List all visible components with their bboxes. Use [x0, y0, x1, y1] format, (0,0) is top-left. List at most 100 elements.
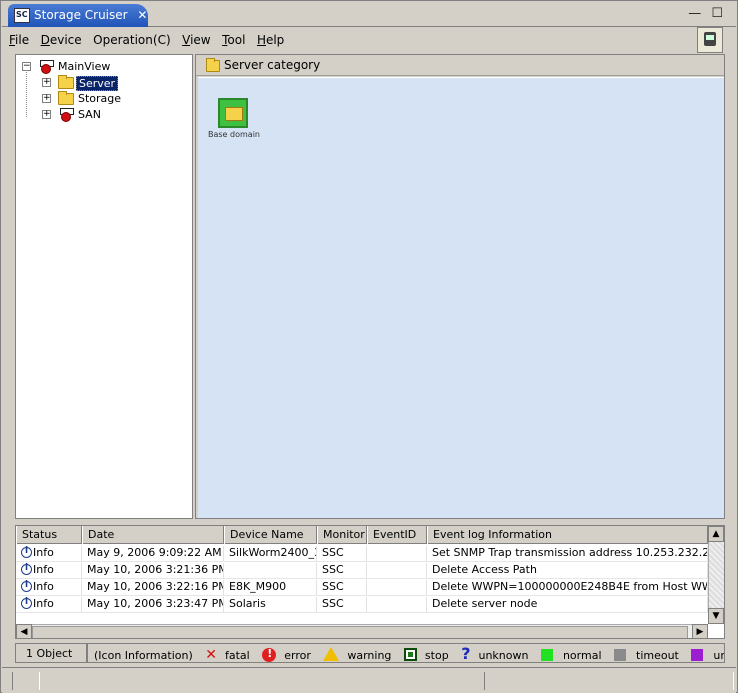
info-icon — [21, 546, 32, 558]
menu-bar: File Device Operation(C) View Tool Help — [9, 29, 731, 53]
base-domain-label: Base domain — [208, 130, 260, 139]
tree-node-server[interactable]: + Server — [20, 75, 192, 91]
server-category-folder-icon — [206, 58, 220, 72]
server-folder-icon — [58, 75, 74, 89]
category-pane: Server category Base domain — [195, 54, 725, 519]
device-cell: Solaris — [224, 597, 317, 612]
table-row[interactable]: Info May 9, 2006 9:09:22 AM SilkWorm2400… — [16, 545, 708, 562]
fatal-x-icon: ✕ — [205, 647, 217, 663]
menu-operation[interactable]: Operation(C) — [93, 33, 170, 47]
column-header-event-info[interactable]: Event log Information — [427, 526, 708, 544]
storage-cruiser-app-icon — [14, 8, 30, 23]
scroll-down-icon[interactable]: ▼ — [708, 608, 724, 624]
menu-help[interactable]: Help — [257, 33, 284, 47]
eventid-cell — [367, 597, 427, 612]
san-map-icon — [58, 107, 74, 122]
monitor-cell: SSC — [317, 597, 367, 612]
error-circle-icon — [262, 647, 277, 662]
device-cell: SilkWorm2400_3 — [224, 546, 317, 561]
legend-unknown: ? unknown — [461, 644, 529, 663]
icon-legend: (Icon Information) ✕fatal error warning … — [87, 643, 725, 663]
menu-tool[interactable]: Tool — [222, 33, 245, 47]
device-toolbar-icon[interactable] — [697, 27, 723, 53]
timeout-swatch — [614, 649, 626, 661]
table-row[interactable]: Info May 10, 2006 3:21:36 PM SSC Delete … — [16, 562, 708, 579]
collapse-icon[interactable]: − — [22, 62, 31, 71]
info-icon — [21, 597, 32, 609]
scroll-up-icon[interactable]: ▲ — [708, 526, 724, 542]
expand-icon[interactable]: + — [42, 110, 51, 119]
map-view-icon — [38, 59, 54, 74]
category-header: Server category — [196, 55, 724, 76]
tab-close-icon[interactable]: ✕ — [137, 8, 147, 22]
info-cell: Set SNMP Trap transmission address 10.25… — [427, 546, 708, 561]
icon-info-label: (Icon Information) — [94, 649, 193, 662]
menu-file[interactable]: File — [9, 33, 29, 47]
expand-icon[interactable]: + — [42, 78, 51, 87]
eventid-cell — [367, 580, 427, 595]
date-cell: May 10, 2006 3:23:47 PM — [82, 597, 224, 612]
table-row[interactable]: Info May 10, 2006 3:22:16 PM E8K_M900 SS… — [16, 579, 708, 596]
base-domain-icon — [218, 98, 248, 128]
warning-triangle-icon — [323, 647, 340, 661]
eventid-cell — [367, 563, 427, 578]
tree-label: MainView — [58, 60, 111, 73]
column-header-date[interactable]: Date — [82, 526, 224, 544]
info-cell: Delete server node — [427, 597, 708, 612]
tree-label: SAN — [78, 108, 101, 121]
info-icon — [21, 563, 32, 575]
status-segment — [484, 672, 734, 690]
date-cell: May 9, 2006 9:09:22 AM — [82, 546, 224, 561]
horizontal-scrollbar[interactable]: ◀ ▶ — [16, 624, 708, 638]
info-icon — [21, 580, 32, 592]
category-canvas[interactable]: Base domain — [198, 77, 724, 518]
normal-swatch — [540, 649, 553, 661]
undefined-swatch — [691, 649, 704, 661]
column-header-eventid[interactable]: EventID — [367, 526, 427, 544]
window-controls[interactable]: — ☐ — [688, 6, 726, 21]
scroll-left-icon[interactable]: ◀ — [16, 624, 32, 638]
device-cell — [224, 563, 317, 578]
tab-title: Storage Cruiser — [34, 8, 128, 22]
eventid-cell — [367, 546, 427, 561]
date-cell: May 10, 2006 3:22:16 PM — [82, 580, 224, 595]
tab-storage-cruiser[interactable]: Storage Cruiser ✕ — [8, 4, 148, 27]
legend-stop: stop — [403, 648, 449, 662]
legend-undefined: undefined — [691, 649, 724, 662]
app-window: Storage Cruiser ✕ — ☐ File Device Operat… — [0, 0, 738, 693]
event-log-table[interactable]: Status Date Device Name Monitor EventID … — [15, 525, 725, 639]
device-cell: E8K_M900 — [224, 580, 317, 595]
status-cell: Info — [16, 546, 82, 561]
horizontal-scroll-thumb[interactable] — [32, 626, 688, 638]
scroll-right-icon[interactable]: ▶ — [692, 624, 708, 638]
status-cell: Info — [16, 563, 82, 578]
stop-square-icon — [403, 648, 417, 661]
tree-label: Storage — [78, 92, 122, 105]
menu-view[interactable]: View — [182, 33, 210, 47]
legend-timeout: timeout — [614, 649, 679, 662]
column-header-device-name[interactable]: Device Name — [224, 526, 317, 544]
menu-device[interactable]: Device — [41, 33, 82, 47]
table-row[interactable]: Info May 10, 2006 3:23:47 PM Solaris SSC… — [16, 596, 708, 613]
tree-node-san[interactable]: + SAN — [20, 107, 192, 123]
main-view-tree[interactable]: − MainView + Server + Storage + SAN — [15, 54, 193, 519]
tree-node-mainview[interactable]: − MainView — [20, 59, 192, 75]
status-segment — [12, 672, 40, 690]
error-badge-icon — [61, 112, 71, 122]
info-cell: Delete Access Path — [427, 563, 708, 578]
event-log-header: Status Date Device Name Monitor EventID … — [16, 526, 708, 544]
legend-warning: warning — [323, 647, 391, 662]
status-strip — [2, 667, 736, 693]
date-cell: May 10, 2006 3:21:36 PM — [82, 563, 224, 578]
monitor-cell: SSC — [317, 563, 367, 578]
tab-bar: Storage Cruiser ✕ — ☐ — [2, 2, 736, 27]
column-header-monitor[interactable]: Monitor — [317, 526, 367, 544]
column-header-status[interactable]: Status — [16, 526, 82, 544]
error-badge-icon — [41, 64, 51, 74]
base-domain-item[interactable]: Base domain — [208, 98, 260, 139]
monitor-cell: SSC — [317, 580, 367, 595]
expand-icon[interactable]: + — [42, 94, 51, 103]
tree-node-storage[interactable]: + Storage — [20, 91, 192, 107]
monitor-cell: SSC — [317, 546, 367, 561]
vertical-scrollbar[interactable]: ▲ ▼ — [708, 526, 724, 624]
